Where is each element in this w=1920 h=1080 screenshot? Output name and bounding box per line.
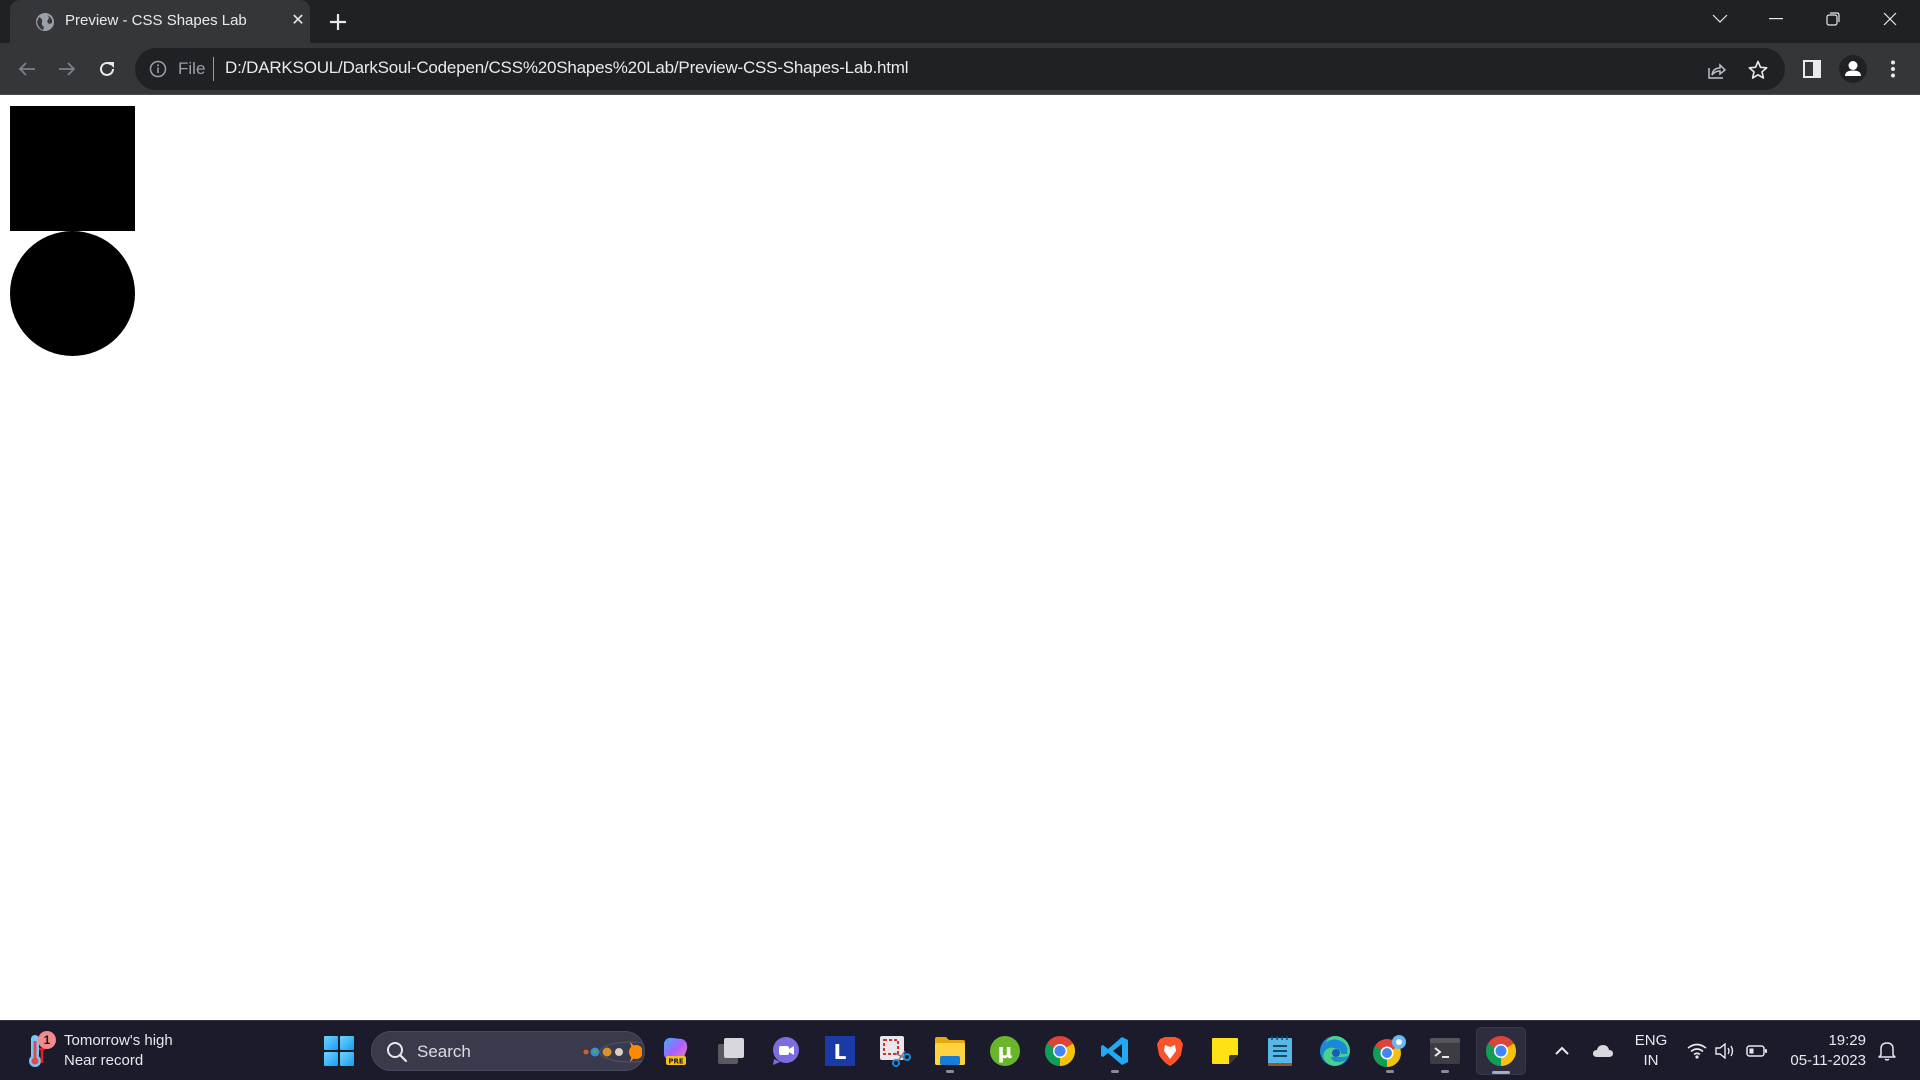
region-code: IN: [1643, 1052, 1659, 1069]
tab-close-icon[interactable]: ✕: [288, 11, 308, 31]
svg-text:L: L: [834, 1040, 847, 1064]
tab-title: Preview - CSS Shapes Lab: [65, 12, 247, 29]
copilot-icon: PRE: [663, 1037, 688, 1066]
svg-text:µ: µ: [998, 1039, 1013, 1063]
lang-code: ENG: [1634, 1032, 1668, 1049]
taskbar: 1 Tomorrow's high Near record Search PRE…: [0, 1020, 1920, 1080]
arrow-right-icon: [59, 62, 76, 76]
forward-button[interactable]: [51, 53, 83, 85]
square-shape: [10, 106, 135, 231]
share-icon[interactable]: [1705, 58, 1729, 82]
taskbar-file-explorer[interactable]: [928, 1029, 972, 1073]
taskbar-brave[interactable]: [1148, 1029, 1192, 1073]
taskbar-snipping-tool[interactable]: [873, 1029, 917, 1073]
solar-system-icon: [583, 1041, 642, 1063]
taskbar-utorrent[interactable]: µ: [983, 1029, 1027, 1073]
weather-badge: 1: [38, 1031, 56, 1049]
tab-strip: Preview - CSS Shapes Lab ✕: [0, 0, 1920, 43]
terminal-icon: [1430, 1038, 1460, 1064]
vscode-icon: [1101, 1037, 1128, 1065]
address-bar[interactable]: File D:/DARKSOUL/DarkSoul-Codepen/CSS%20…: [135, 48, 1785, 90]
globe-icon: [36, 13, 54, 31]
reload-button[interactable]: [91, 53, 123, 85]
clock-date: 05-11-2023: [1790, 1052, 1866, 1069]
scheme-label: File: [178, 59, 206, 78]
taskbar-task-view[interactable]: [709, 1029, 753, 1073]
minimize-icon[interactable]: [1748, 0, 1804, 38]
circle-shape: [10, 231, 135, 356]
tab-active[interactable]: Preview - CSS Shapes Lab ✕: [10, 0, 310, 43]
l-app-icon: L: [825, 1036, 855, 1066]
sticky-notes-icon: [1212, 1038, 1238, 1064]
wifi-icon[interactable]: [1684, 1021, 1710, 1080]
taskbar-chrome[interactable]: [1038, 1029, 1082, 1073]
clock[interactable]: 19:29 05-11-2023: [1780, 1031, 1866, 1071]
omnibox-separator: [213, 57, 214, 81]
info-icon[interactable]: [149, 60, 167, 78]
task-view-icon: [718, 1038, 744, 1064]
plus-icon[interactable]: [325, 9, 351, 35]
battery-icon[interactable]: [1744, 1021, 1770, 1080]
search-icon: [387, 1042, 408, 1063]
chrome-profile-icon: [1373, 1035, 1406, 1067]
search-label: Search: [417, 1042, 471, 1061]
bell-icon[interactable]: [1874, 1021, 1900, 1080]
taskbar-notepad[interactable]: [1258, 1029, 1302, 1073]
taskbar-copilot[interactable]: PRE: [654, 1029, 698, 1073]
kebab-menu-icon[interactable]: [1876, 52, 1910, 86]
chrome-icon: [1044, 1036, 1076, 1066]
side-panel-icon[interactable]: [1795, 52, 1829, 86]
taskbar-search[interactable]: Search: [371, 1031, 645, 1071]
running-indicator: [1111, 1070, 1119, 1073]
taskbar-chrome-active[interactable]: [1476, 1027, 1526, 1075]
restore-icon[interactable]: [1805, 0, 1861, 38]
page-viewport: [0, 96, 1920, 1020]
taskbar-l-app[interactable]: L: [818, 1029, 862, 1073]
volume-icon[interactable]: [1713, 1021, 1739, 1080]
language-indicator[interactable]: ENG IN: [1634, 1031, 1668, 1071]
arrow-left-icon: [18, 62, 35, 76]
snipping-tool-icon: [880, 1036, 911, 1067]
reload-icon: [100, 61, 114, 76]
windows-start-icon[interactable]: [322, 1034, 356, 1068]
clock-time: 19:29: [1828, 1032, 1866, 1049]
taskbar-teams[interactable]: [764, 1029, 808, 1073]
close-icon[interactable]: [1862, 0, 1918, 38]
brave-icon: [1157, 1037, 1183, 1066]
notepad-icon: [1268, 1036, 1292, 1066]
url-text[interactable]: D:/DARKSOUL/DarkSoul-Codepen/CSS%20Shape…: [225, 58, 908, 78]
edge-icon: [1320, 1036, 1350, 1066]
back-button[interactable]: [11, 53, 43, 85]
running-indicator: [946, 1070, 954, 1073]
screen: Preview - CSS Shapes Lab ✕ File D:/DARKS…: [0, 0, 1920, 1080]
browser-toolbar: File D:/DARKSOUL/DarkSoul-Codepen/CSS%20…: [0, 43, 1920, 95]
svg-text:PRE: PRE: [668, 1058, 684, 1066]
active-indicator: [1492, 1071, 1510, 1074]
taskbar-vscode[interactable]: [1093, 1029, 1137, 1073]
utorrent-icon: µ: [990, 1036, 1020, 1066]
chrome-icon: [1485, 1036, 1517, 1066]
taskbar-terminal[interactable]: [1423, 1029, 1467, 1073]
profile-icon[interactable]: [1836, 52, 1870, 86]
teams-chat-icon: [773, 1037, 799, 1065]
running-indicator: [1441, 1070, 1449, 1073]
weather-widget[interactable]: 1 Tomorrow's high Near record: [24, 1029, 204, 1073]
cloud-icon[interactable]: [1590, 1021, 1616, 1080]
folder-icon: [935, 1037, 965, 1065]
star-icon[interactable]: [1746, 58, 1770, 82]
running-indicator: [1386, 1070, 1394, 1073]
taskbar-edge[interactable]: [1313, 1029, 1357, 1073]
weather-headline: Tomorrow's high: [64, 1032, 173, 1049]
taskbar-sticky-notes[interactable]: [1203, 1029, 1247, 1073]
tab-search-icon[interactable]: [1692, 0, 1748, 38]
weather-subline: Near record: [64, 1052, 144, 1069]
taskbar-chrome-profile[interactable]: [1368, 1029, 1412, 1073]
chevron-up-icon[interactable]: [1550, 1021, 1574, 1080]
